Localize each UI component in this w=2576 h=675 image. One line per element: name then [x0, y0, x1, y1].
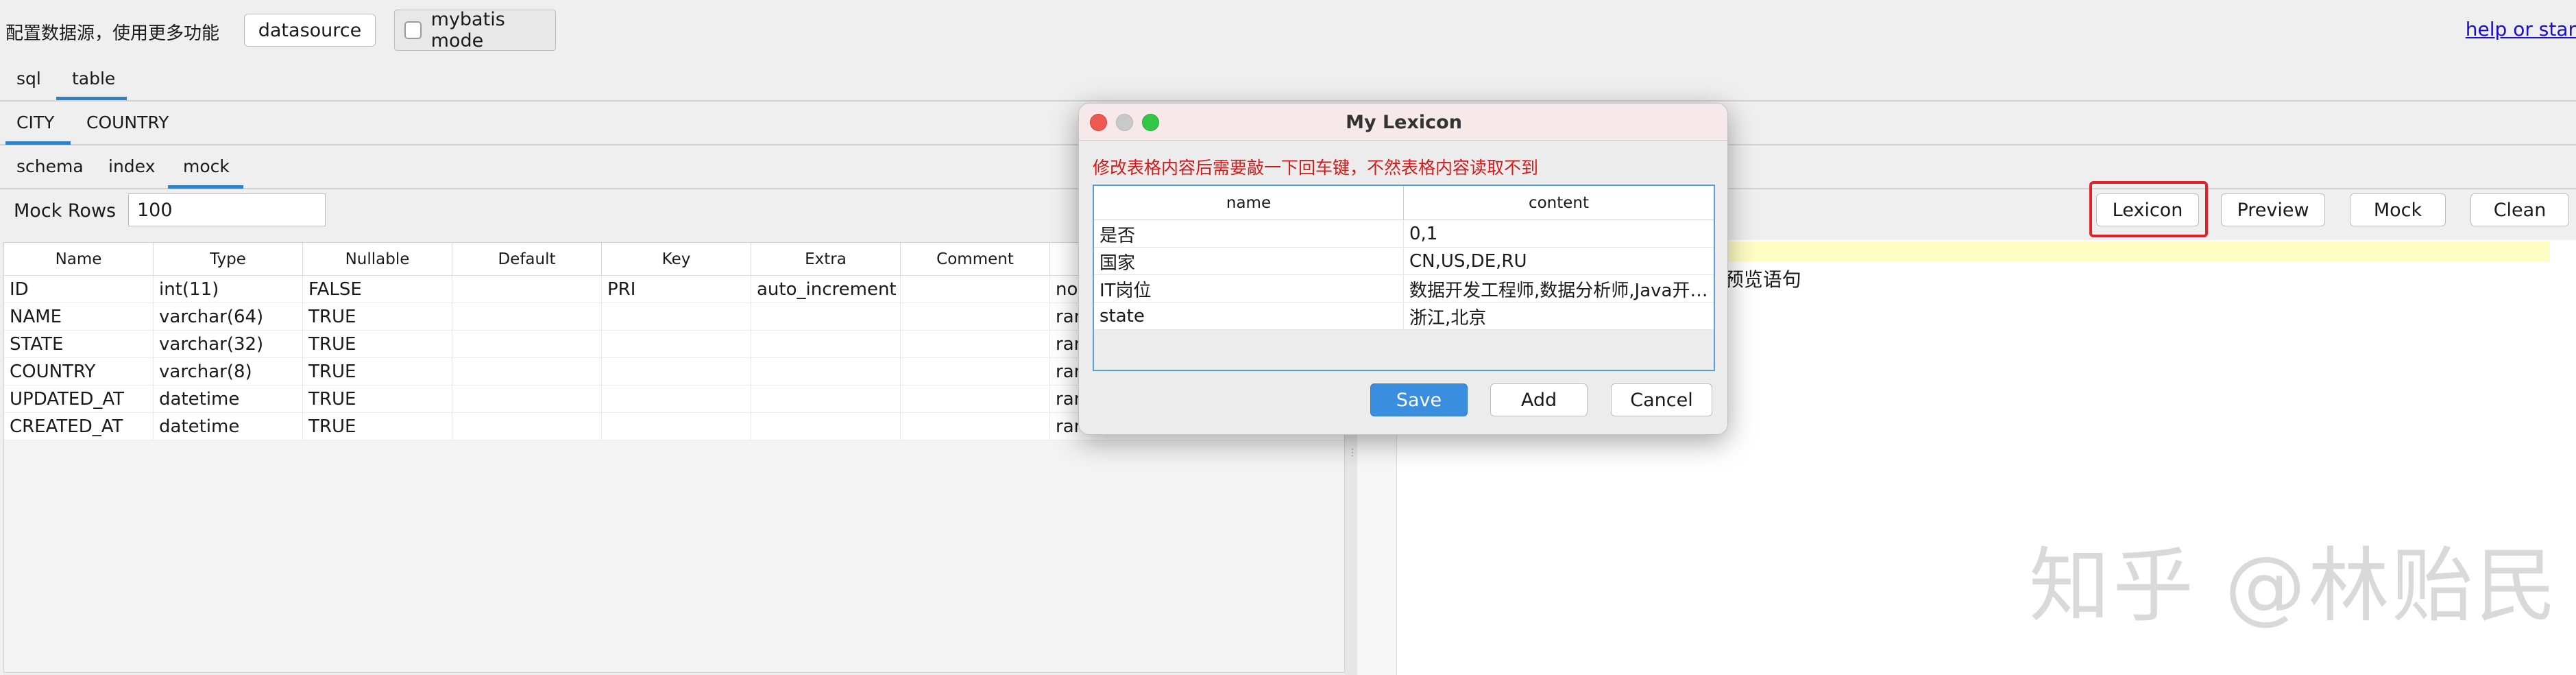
- column-header[interactable]: Key: [602, 243, 751, 276]
- column-header[interactable]: Name: [4, 243, 154, 276]
- lexicon-name-cell[interactable]: 是否: [1094, 220, 1404, 248]
- table-cell[interactable]: [452, 358, 602, 386]
- table-cell[interactable]: auto_increment: [751, 276, 901, 303]
- editor-text: 预览语句: [1724, 268, 1801, 291]
- zhihu-watermark: 知乎 @林贻民: [2029, 538, 2560, 633]
- table-cell[interactable]: [901, 276, 1050, 303]
- lexicon-content-cell[interactable]: 0,1: [1404, 220, 1714, 248]
- column-header[interactable]: Extra: [751, 243, 901, 276]
- table-cell[interactable]: [901, 303, 1050, 331]
- tab-table-underline: [56, 97, 127, 100]
- tab-country[interactable]: COUNTRY: [86, 113, 169, 132]
- lexicon-row[interactable]: 是否 0,1: [1094, 220, 1714, 248]
- save-button[interactable]: Save: [1370, 383, 1468, 416]
- table-cell[interactable]: [452, 303, 602, 331]
- tab-index[interactable]: index: [108, 156, 155, 176]
- table-cell[interactable]: COUNTRY: [4, 358, 154, 386]
- table-cell[interactable]: [901, 413, 1050, 440]
- table-cell[interactable]: TRUE: [303, 386, 452, 413]
- table-cell[interactable]: [901, 331, 1050, 358]
- table-cell[interactable]: datetime: [154, 386, 303, 413]
- table-cell[interactable]: [901, 358, 1050, 386]
- column-header[interactable]: Nullable: [303, 243, 452, 276]
- lexicon-name-cell[interactable]: state: [1094, 303, 1404, 330]
- table-cell[interactable]: [602, 303, 751, 331]
- table-cell[interactable]: STATE: [4, 331, 154, 358]
- table-cell[interactable]: [751, 386, 901, 413]
- table-cell[interactable]: NAME: [4, 303, 154, 331]
- table-cell[interactable]: [452, 331, 602, 358]
- clean-button[interactable]: Clean: [2470, 193, 2569, 226]
- cancel-button[interactable]: Cancel: [1611, 383, 1712, 416]
- mock-rows-label: Mock Rows: [14, 200, 117, 222]
- table-cell[interactable]: ID: [4, 276, 154, 303]
- dialog-title: My Lexicon: [1346, 111, 1462, 133]
- table-cell[interactable]: datetime: [154, 413, 303, 440]
- table-cell[interactable]: UPDATED_AT: [4, 386, 154, 413]
- table-cell[interactable]: TRUE: [303, 358, 452, 386]
- splitter-grip-icon: ⋮: [1348, 447, 1357, 458]
- table-cell[interactable]: [602, 386, 751, 413]
- tab-schema[interactable]: schema: [16, 156, 84, 176]
- dialog-warning: 修改表格内容后需要敲一下回车键，不然表格内容读取不到: [1093, 158, 1539, 178]
- column-header[interactable]: Default: [452, 243, 602, 276]
- mock-rows-input[interactable]: 100: [128, 193, 326, 226]
- preview-button[interactable]: Preview: [2221, 193, 2325, 226]
- table-cell[interactable]: TRUE: [303, 413, 452, 440]
- table-cell[interactable]: [751, 303, 901, 331]
- table-cell[interactable]: [452, 276, 602, 303]
- tab-mock-underline: [168, 185, 243, 189]
- add-button[interactable]: Add: [1490, 383, 1588, 416]
- tab-table[interactable]: table: [72, 69, 115, 88]
- column-header-content[interactable]: content: [1404, 186, 1714, 220]
- tab-city-underline: [5, 141, 71, 145]
- table-cell[interactable]: varchar(64): [154, 303, 303, 331]
- table-cell[interactable]: CREATED_AT: [4, 413, 154, 440]
- table-cell[interactable]: PRI: [602, 276, 751, 303]
- lexicon-row[interactable]: 国家 CN,US,DE,RU: [1094, 248, 1714, 275]
- lexicon-table: name content 是否 0,1 国家 CN,US,DE,RU IT岗位 …: [1093, 185, 1715, 371]
- table-cell[interactable]: TRUE: [303, 331, 452, 358]
- lexicon-content-cell[interactable]: 浙江,北京: [1404, 303, 1714, 330]
- column-header[interactable]: Comment: [901, 243, 1050, 276]
- column-header[interactable]: Type: [154, 243, 303, 276]
- table-cell[interactable]: TRUE: [303, 303, 452, 331]
- lexicon-name-cell[interactable]: IT岗位: [1094, 275, 1404, 303]
- table-cell[interactable]: [751, 358, 901, 386]
- table-cell[interactable]: [602, 331, 751, 358]
- tab-mock[interactable]: mock: [183, 156, 230, 176]
- lexicon-name-cell[interactable]: 国家: [1094, 248, 1404, 275]
- table-cell[interactable]: [452, 413, 602, 440]
- lexicon-row[interactable]: state 浙江,北京: [1094, 303, 1714, 330]
- table-cell[interactable]: varchar(8): [154, 358, 303, 386]
- main-tab-bar: [0, 0, 2576, 102]
- lexicon-content-cell[interactable]: 数据开发工程师,数据分析师,Java开…: [1404, 275, 1714, 303]
- mock-button[interactable]: Mock: [2350, 193, 2446, 226]
- table-cell[interactable]: [602, 358, 751, 386]
- lexicon-dialog: My Lexicon 修改表格内容后需要敲一下回车键，不然表格内容读取不到 na…: [1078, 103, 1728, 435]
- tab-sql[interactable]: sql: [16, 69, 41, 88]
- lexicon-content-cell[interactable]: CN,US,DE,RU: [1404, 248, 1714, 275]
- column-header-name[interactable]: name: [1094, 186, 1404, 220]
- table-cell[interactable]: [452, 386, 602, 413]
- tab-city[interactable]: CITY: [16, 113, 54, 132]
- table-cell[interactable]: int(11): [154, 276, 303, 303]
- table-cell[interactable]: [901, 386, 1050, 413]
- table-cell[interactable]: [602, 413, 751, 440]
- table-cell[interactable]: [751, 413, 901, 440]
- table-cell[interactable]: [751, 331, 901, 358]
- table-cell[interactable]: FALSE: [303, 276, 452, 303]
- lexicon-row[interactable]: IT岗位 数据开发工程师,数据分析师,Java开…: [1094, 275, 1714, 303]
- table-cell[interactable]: varchar(32): [154, 331, 303, 358]
- lexicon-button[interactable]: Lexicon: [2096, 193, 2199, 226]
